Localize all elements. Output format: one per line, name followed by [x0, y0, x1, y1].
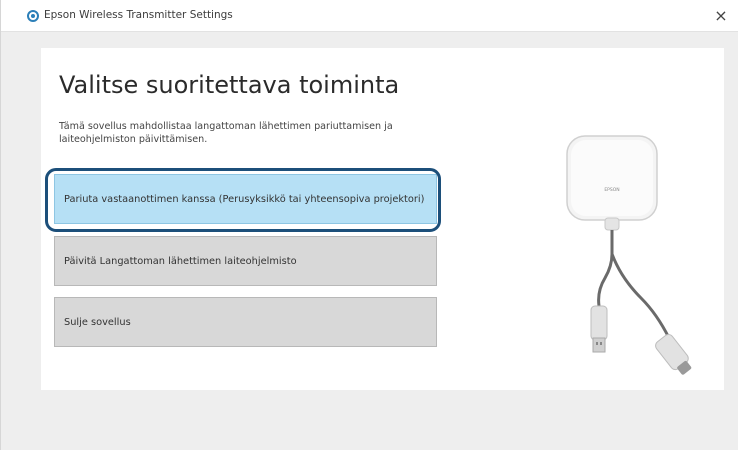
title-bar: Epson Wireless Transmitter Settings ×	[1, 0, 738, 32]
window-title: Epson Wireless Transmitter Settings	[44, 9, 233, 21]
description-text: Tämä sovellus mahdollistaa langattoman l…	[59, 121, 393, 145]
page-title: Valitse suoritettava toiminta	[59, 71, 400, 99]
close-app-button[interactable]: Sulje sovellus	[54, 297, 437, 347]
update-firmware-button[interactable]: Päivitä Langattoman lähettimen laiteohje…	[54, 236, 437, 286]
app-window: Epson Wireless Transmitter Settings × Va…	[0, 0, 738, 450]
pair-with-receiver-button[interactable]: Pariuta vastaanottimen kanssa (Perusyksi…	[54, 174, 437, 224]
content-panel: Valitse suoritettava toiminta Tämä sovel…	[41, 48, 724, 390]
brand-label: EPSON	[604, 187, 619, 193]
update-firmware-label: Päivitä Langattoman lähettimen laiteohje…	[64, 255, 297, 267]
pair-with-receiver-label: Pariuta vastaanottimen kanssa (Perusyksi…	[64, 193, 425, 205]
close-button[interactable]: ×	[709, 4, 733, 28]
close-app-label: Sulje sovellus	[64, 316, 131, 328]
epson-app-icon	[27, 10, 39, 22]
wireless-transmitter-illustration: EPSON	[566, 135, 692, 375]
